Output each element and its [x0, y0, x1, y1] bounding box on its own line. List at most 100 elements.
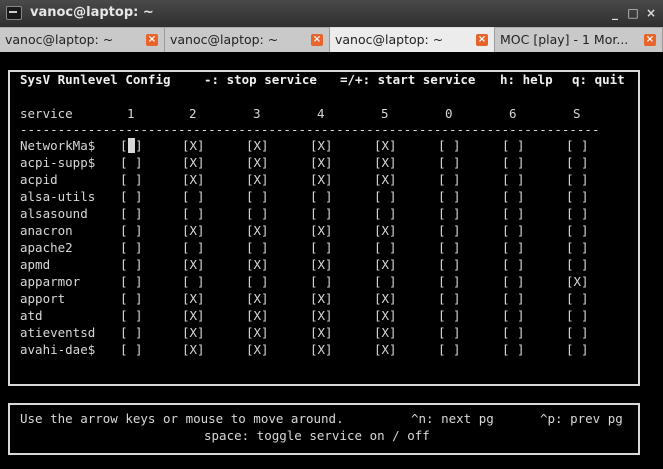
runlevel-checkbox[interactable]: [X] [182, 138, 205, 153]
runlevel-checkbox[interactable]: [ ] [502, 206, 525, 221]
runlevel-checkbox[interactable]: [X] [182, 155, 205, 170]
runlevel-checkbox[interactable]: [ ] [566, 257, 589, 272]
runlevel-checkbox[interactable]: [X] [374, 308, 397, 323]
runlevel-checkbox[interactable]: [ ] [120, 291, 143, 306]
runlevel-checkbox[interactable]: [ ] [566, 308, 589, 323]
runlevel-checkbox[interactable]: [X] [246, 257, 269, 272]
runlevel-checkbox[interactable]: [X] [374, 325, 397, 340]
runlevel-checkbox[interactable]: [X] [374, 291, 397, 306]
runlevel-checkbox[interactable]: [ ] [310, 189, 333, 204]
runlevel-checkbox[interactable]: [X] [310, 257, 333, 272]
runlevel-checkbox[interactable]: [X] [182, 342, 205, 357]
tab-close-icon[interactable]: × [476, 34, 488, 46]
runlevel-checkbox[interactable]: [ ] [438, 155, 461, 170]
runlevel-checkbox[interactable]: [X] [310, 325, 333, 340]
runlevel-checkbox[interactable]: [X] [182, 223, 205, 238]
runlevel-checkbox[interactable]: [X] [310, 138, 333, 153]
runlevel-checkbox[interactable]: [ ] [566, 291, 589, 306]
runlevel-checkbox[interactable]: [ ] [120, 325, 143, 340]
tab-close-icon[interactable]: × [644, 34, 656, 46]
runlevel-checkbox[interactable]: [ ] [438, 240, 461, 255]
runlevel-checkbox[interactable]: [ ] [120, 206, 143, 221]
runlevel-checkbox[interactable]: [X] [182, 291, 205, 306]
runlevel-checkbox[interactable]: [ ] [566, 325, 589, 340]
runlevel-checkbox[interactable]: [ ] [566, 189, 589, 204]
runlevel-checkbox[interactable]: [ ] [120, 274, 143, 289]
runlevel-checkbox[interactable]: [X] [310, 291, 333, 306]
runlevel-checkbox[interactable]: [ ] [182, 189, 205, 204]
maximize-icon[interactable]: □ [626, 6, 640, 20]
runlevel-checkbox[interactable]: [X] [246, 308, 269, 323]
tab-close-icon[interactable]: × [311, 34, 323, 46]
runlevel-checkbox[interactable]: [X] [374, 138, 397, 153]
runlevel-checkbox[interactable]: [ ] [246, 240, 269, 255]
runlevel-checkbox[interactable]: [X] [374, 223, 397, 238]
runlevel-checkbox[interactable]: [ ] [246, 274, 269, 289]
runlevel-checkbox[interactable]: [ ] [438, 189, 461, 204]
runlevel-checkbox[interactable]: [ ] [502, 308, 525, 323]
runlevel-checkbox[interactable]: [X] [310, 342, 333, 357]
runlevel-checkbox[interactable]: [ ] [566, 172, 589, 187]
runlevel-checkbox[interactable]: [ ] [438, 138, 461, 153]
runlevel-checkbox[interactable]: [ ] [374, 206, 397, 221]
runlevel-checkbox[interactable]: [X] [374, 155, 397, 170]
tab-terminal-3[interactable]: vanoc@laptop: ~ × [330, 27, 495, 53]
runlevel-checkbox[interactable]: [ ] [246, 206, 269, 221]
runlevel-checkbox[interactable]: [X] [310, 223, 333, 238]
runlevel-checkbox[interactable]: [ ] [438, 291, 461, 306]
runlevel-checkbox[interactable]: [ ] [566, 342, 589, 357]
runlevel-checkbox[interactable]: [X] [246, 342, 269, 357]
runlevel-checkbox[interactable]: [X] [246, 223, 269, 238]
runlevel-checkbox[interactable]: [ ] [566, 138, 589, 153]
runlevel-checkbox[interactable]: [ ] [566, 223, 589, 238]
runlevel-checkbox[interactable]: [ ] [120, 308, 143, 323]
runlevel-checkbox[interactable]: [ ] [310, 206, 333, 221]
runlevel-checkbox[interactable]: [ ] [566, 240, 589, 255]
runlevel-checkbox[interactable]: [ ] [120, 223, 143, 238]
runlevel-checkbox[interactable]: [X] [182, 325, 205, 340]
runlevel-checkbox[interactable]: [X] [374, 257, 397, 272]
runlevel-checkbox[interactable]: [X] [182, 308, 205, 323]
runlevel-checkbox[interactable]: [ ] [502, 274, 525, 289]
tab-moc[interactable]: MOC [play] - 1 Mor... × [495, 27, 663, 52]
minimize-icon[interactable]: _ [608, 6, 622, 20]
runlevel-checkbox[interactable]: [X] [246, 325, 269, 340]
runlevel-checkbox[interactable]: [ ] [502, 223, 525, 238]
runlevel-checkbox[interactable]: [ ] [502, 342, 525, 357]
runlevel-checkbox[interactable]: [ ] [374, 189, 397, 204]
runlevel-checkbox[interactable]: [ ] [246, 189, 269, 204]
runlevel-checkbox[interactable]: [ ] [374, 274, 397, 289]
runlevel-checkbox[interactable]: [ ] [502, 172, 525, 187]
tab-close-icon[interactable]: × [146, 34, 158, 46]
runlevel-checkbox[interactable]: [ ] [502, 155, 525, 170]
runlevel-checkbox[interactable]: [ ] [438, 206, 461, 221]
runlevel-checkbox[interactable]: [ ] [502, 240, 525, 255]
runlevel-checkbox[interactable]: [ ] [566, 206, 589, 221]
close-icon[interactable]: × [644, 6, 658, 20]
runlevel-checkbox[interactable]: [X] [246, 138, 269, 153]
runlevel-checkbox[interactable]: [ ] [438, 172, 461, 187]
terminal-area[interactable]: SysV Runlevel Config -: stop service =/+… [0, 52, 663, 469]
runlevel-checkbox[interactable]: [ ] [502, 257, 525, 272]
runlevel-checkbox[interactable]: [X] [246, 291, 269, 306]
runlevel-checkbox[interactable]: [ ] [120, 257, 143, 272]
runlevel-checkbox[interactable]: [ ] [438, 308, 461, 323]
runlevel-checkbox[interactable]: [ ] [182, 206, 205, 221]
runlevel-checkbox[interactable]: [X] [182, 257, 205, 272]
runlevel-checkbox[interactable]: [X] [310, 308, 333, 323]
runlevel-checkbox[interactable]: [ ] [120, 240, 143, 255]
runlevel-checkbox[interactable]: [ ] [310, 240, 333, 255]
runlevel-checkbox[interactable]: [X] [566, 274, 589, 289]
runlevel-checkbox[interactable]: [X] [246, 155, 269, 170]
runlevel-checkbox[interactable]: [ ] [120, 155, 143, 170]
runlevel-checkbox[interactable]: [ ] [566, 155, 589, 170]
tab-terminal-1[interactable]: vanoc@laptop: ~ × [0, 27, 165, 52]
runlevel-checkbox[interactable]: [ ] [374, 240, 397, 255]
runlevel-checkbox[interactable]: [X] [182, 172, 205, 187]
window-titlebar[interactable]: vanoc@laptop: ~ _ □ × [0, 0, 663, 27]
tab-terminal-2[interactable]: vanoc@laptop: ~ × [165, 27, 330, 52]
runlevel-checkbox[interactable]: [ ] [438, 274, 461, 289]
runlevel-checkbox[interactable]: [ ] [502, 291, 525, 306]
runlevel-checkbox[interactable]: [ ] [502, 138, 525, 153]
runlevel-checkbox[interactable]: [X] [374, 172, 397, 187]
